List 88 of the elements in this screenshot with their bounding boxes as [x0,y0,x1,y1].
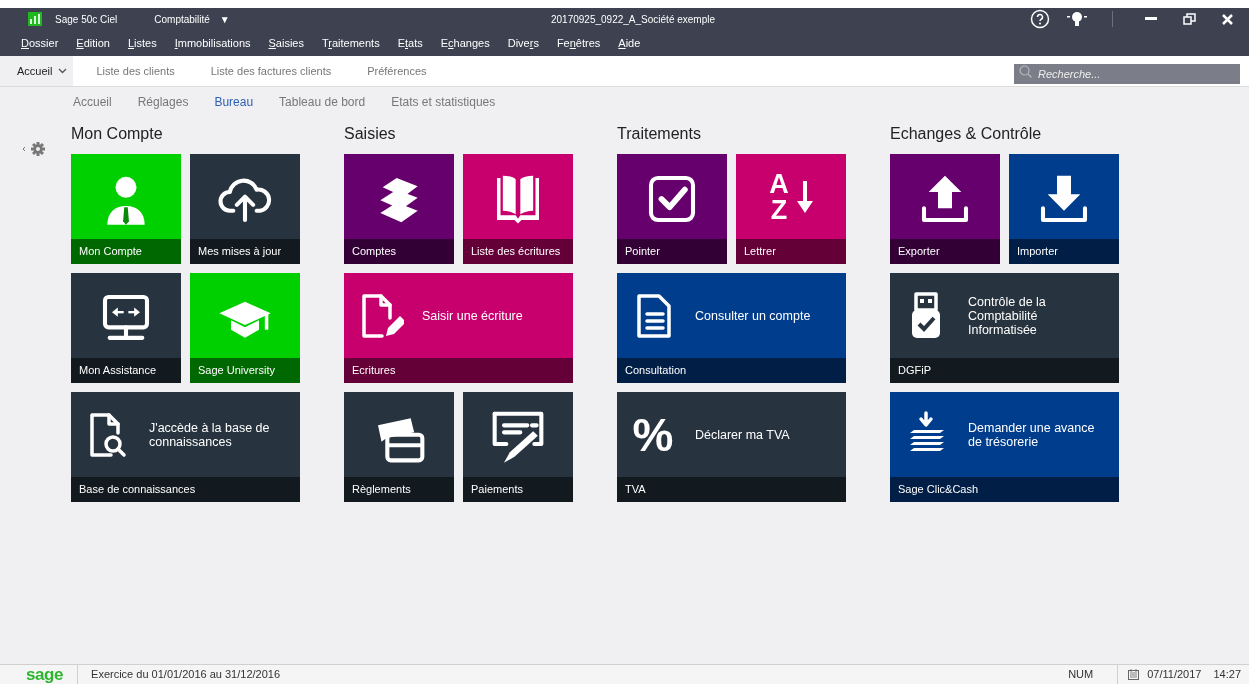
module-dropdown[interactable]: Comptabilité ▼ [154,11,230,27]
tile-title: Saisir une écriture [422,308,524,323]
tile-caption: Sage University [198,363,276,379]
percent-icon: % [629,411,677,458]
search-field[interactable]: Recherche... [1014,64,1240,84]
tile-title: Consulter un compte [695,308,812,323]
tab[interactable]: Liste des factures clients [210,62,332,80]
tile-caption: DGFiP [898,363,931,379]
tile[interactable]: Mon Assistance [71,273,181,383]
tile-caption: TVA [625,482,646,498]
help-icon[interactable] [1030,9,1050,29]
tile[interactable]: Comptes [344,154,454,264]
menu-item[interactable]: Divers [504,34,542,52]
tile-title: J'accède à la base de connaissances [149,420,271,449]
menu-item[interactable]: Dossier [18,34,62,52]
nav-link[interactable]: Bureau [214,93,254,111]
tile-caption: Sage Clic&Cash [898,482,979,498]
tile[interactable]: A Z Lettrer [736,154,846,264]
nav-link[interactable]: Tableau de bord [279,93,366,111]
calendar-icon [1128,669,1140,680]
tile[interactable]: Paiements [463,392,573,502]
tile[interactable]: Saisir une écriture Ecritures [344,273,573,383]
tile[interactable]: Demander une avance de trésorerie Sage Clic&Cash [890,392,1119,502]
tile-caption: Liste des écritures [471,244,561,260]
tile-caption: Base de connaissances [79,482,196,498]
tab[interactable]: Liste des clients [96,62,175,80]
tile-caption: Pointer [625,244,660,260]
section-heading: Echanges & Contrôle [890,125,1043,143]
tile[interactable]: % Déclarer ma TVA TVA [617,392,846,502]
restore-icon[interactable] [1183,13,1196,25]
section-heading: Traitements [617,125,702,143]
tile[interactable]: Contrôle de la Comptabilité Informatisée DGFiP [890,273,1119,383]
tile[interactable]: Importer [1009,154,1119,264]
settings-icon[interactable] [21,142,47,156]
tile-caption: Consultation [625,363,687,379]
search-icon [1019,65,1032,78]
exercise-period: Exercice du 01/01/2016 au 31/12/2016 [91,667,281,683]
tile[interactable]: Sage University [190,273,300,383]
window-title: 20170925_0922_A_Société exemple [551,13,716,27]
tile-caption: Mes mises à jour [198,244,282,260]
menu-item[interactable]: Etats [394,34,426,52]
tile[interactable]: Règlements [344,392,454,502]
tile-caption: Comptes [352,244,397,260]
menu-item[interactable]: Listes [124,34,160,52]
menu-item[interactable]: Immobilisations [171,34,254,52]
tile-caption: Exporter [898,244,940,260]
tile-caption: Paiements [471,482,523,498]
home-dropdown[interactable]: Accueil [0,56,74,86]
tile[interactable]: Exporter [890,154,1000,264]
sage-logo: sage [26,666,64,683]
tile-caption: Ecritures [352,363,396,379]
tile-caption: Mon Assistance [79,363,157,379]
close-icon[interactable] [1222,13,1233,25]
num-lock-indicator: NUM [1068,667,1094,683]
status-time: 14:27 [1213,667,1241,683]
nav-link[interactable]: Réglages [137,93,189,111]
menu-item[interactable]: Edition [73,34,113,52]
tile[interactable]: J'accède à la base de connaissances Base de connaissances [71,392,300,502]
tile[interactable]: Mon Compte [71,154,181,264]
tile-caption: Lettrer [744,244,776,260]
nav-link[interactable]: Etats et statistiques [391,93,496,111]
menu-item[interactable]: Saisies [265,34,307,52]
tile[interactable]: Pointer [617,154,727,264]
section-heading: Mon Compte [71,125,164,143]
down-arrow-icon [796,180,813,213]
section-heading: Saisies [344,125,397,143]
tile-caption: Importer [1017,244,1058,260]
letters-icon: A Z [769,170,789,223]
menu-item[interactable]: Traitements [318,34,383,52]
tile-title: Déclarer ma TVA [695,427,791,442]
minimize-icon[interactable] [1145,17,1157,21]
tile-title: Contrôle de la Comptabilité Informatisée [968,294,1047,337]
menu-item[interactable]: Fenêtres [553,34,604,52]
tab[interactable]: Préférences [367,62,427,80]
tile[interactable]: Liste des écritures [463,154,573,264]
tile-caption: Mon Compte [79,244,142,260]
chevron-down-icon [58,68,68,74]
menu-item[interactable]: Aide [615,34,644,52]
menu-item[interactable]: Echanges [437,34,493,52]
tile[interactable]: Mes mises à jour [190,154,300,264]
nav-link[interactable]: Accueil [73,93,112,111]
status-date: 07/11/2017 [1147,667,1202,683]
tile-caption: Règlements [352,482,411,498]
tile-title: Demander une avance de trésorerie [968,420,1096,449]
lightbulb-icon[interactable] [1066,9,1088,29]
app-name: Sage 50c Ciel [55,12,118,27]
app-logo-icon [28,12,42,26]
tile[interactable]: Consulter un compte Consultation [617,273,846,383]
